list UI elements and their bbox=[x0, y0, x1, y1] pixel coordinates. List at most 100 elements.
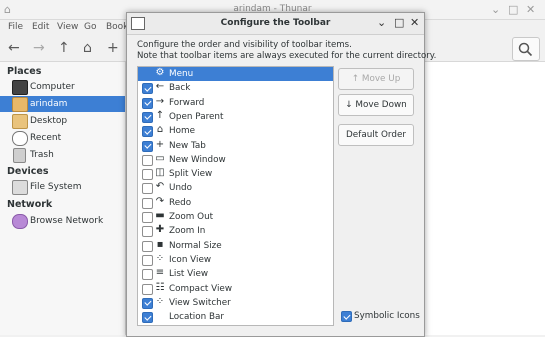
item-icon: ⁘ bbox=[155, 295, 165, 307]
item-label: New Tab bbox=[169, 140, 206, 151]
item-label: Forward bbox=[169, 97, 205, 108]
item-label: Open Parent bbox=[169, 111, 224, 122]
configure-toolbar-dialog: Configure the Toolbar ⌄ □ ✕ Configure th… bbox=[126, 12, 436, 337]
item-checkbox[interactable] bbox=[142, 269, 153, 281]
devices-heading: Devices bbox=[7, 166, 49, 177]
item-icon: ⚙ bbox=[155, 67, 165, 78]
item-label: New Window bbox=[169, 154, 226, 165]
menu-go[interactable]: Go bbox=[84, 22, 96, 32]
toolbar-item-row[interactable]: ↶ Undo bbox=[138, 181, 333, 195]
item-checkbox[interactable] bbox=[142, 140, 153, 152]
places-heading: Places bbox=[7, 66, 42, 77]
toolbar-item-row[interactable]: ⌂ Home bbox=[138, 124, 333, 138]
up-icon[interactable]: ↑ bbox=[58, 40, 70, 56]
toolbar-item-row[interactable]: + New Tab bbox=[138, 139, 333, 153]
item-checkbox[interactable] bbox=[142, 312, 153, 324]
back-icon[interactable]: ← bbox=[8, 40, 20, 56]
sidebar-item-arindam[interactable]: arindam bbox=[0, 96, 125, 112]
toolbar-item-row[interactable]: ✚ Zoom In bbox=[138, 224, 333, 238]
toolbar-item-row[interactable]: ↑ Open Parent bbox=[138, 110, 333, 124]
minimize-icon[interactable]: ⌄ bbox=[377, 16, 386, 29]
item-label: Location Bar bbox=[169, 312, 225, 323]
toolbar-item-row[interactable]: Location Bar bbox=[138, 310, 333, 324]
item-checkbox[interactable] bbox=[142, 111, 153, 123]
toolbar-item-row[interactable]: ⁘ Icon View bbox=[138, 253, 333, 267]
item-checkbox[interactable] bbox=[142, 297, 153, 309]
item-label: View Switcher bbox=[169, 297, 231, 308]
item-checkbox[interactable] bbox=[142, 154, 153, 166]
symbolic-icons-label: Symbolic Icons bbox=[354, 311, 420, 321]
toolbar-items-list[interactable]: ⚙ Menu ← Back → Forward ↑ Open Parent ⌂ Home + New … bbox=[137, 66, 334, 326]
sidebar-item-file-system[interactable]: File System bbox=[0, 179, 125, 195]
item-icon: ✚ bbox=[155, 224, 165, 236]
item-icon: ▭ bbox=[155, 152, 165, 164]
move-up-button[interactable]: ↑ Move Up bbox=[338, 68, 414, 90]
item-icon: ← bbox=[155, 81, 165, 93]
move-down-label: Move Down bbox=[355, 100, 407, 110]
item-icon: + bbox=[155, 138, 165, 150]
item-label: Compact View bbox=[169, 283, 233, 294]
item-checkbox[interactable] bbox=[142, 169, 153, 181]
item-label: Split View bbox=[169, 169, 213, 180]
item-checkbox[interactable] bbox=[142, 83, 153, 95]
item-icon: → bbox=[155, 95, 165, 107]
network-heading: Network bbox=[7, 199, 53, 210]
minimize-icon[interactable]: ⌄ bbox=[491, 3, 500, 16]
sidebar-item-browse-network[interactable]: Browse Network bbox=[0, 213, 125, 229]
toolbar-item-row[interactable]: ▭ New Window bbox=[138, 153, 333, 167]
sidebar-item-label: Recent bbox=[30, 133, 62, 143]
item-icon: ▬ bbox=[155, 210, 165, 221]
sidebar-item-desktop[interactable]: Desktop bbox=[0, 113, 125, 129]
menu-file[interactable]: File bbox=[8, 22, 23, 32]
item-checkbox[interactable] bbox=[142, 226, 153, 238]
item-checkbox[interactable] bbox=[142, 212, 153, 223]
toolbar-item-row[interactable]: ← Back bbox=[138, 81, 333, 95]
close-icon[interactable]: ✕ bbox=[410, 16, 419, 29]
item-checkbox[interactable] bbox=[142, 183, 153, 195]
new-tab-icon[interactable]: + bbox=[107, 40, 119, 56]
toolbar-item-row[interactable]: ▪ Normal Size bbox=[138, 239, 333, 253]
item-icon: ↑ bbox=[155, 109, 165, 121]
item-label: Back bbox=[169, 83, 191, 94]
toolbar-item-row[interactable]: ⁘ View Switcher bbox=[138, 296, 333, 310]
symbolic-icons-checkbox[interactable] bbox=[341, 311, 352, 322]
maximize-icon[interactable]: □ bbox=[508, 3, 518, 16]
toolbar-item-row[interactable]: ≡ List View bbox=[138, 267, 333, 281]
forward-icon[interactable]: → bbox=[33, 40, 45, 56]
sidebar-item-recent[interactable]: Recent bbox=[0, 130, 125, 146]
item-label: Menu bbox=[169, 69, 194, 79]
move-down-button[interactable]: ↓ Move Down bbox=[338, 94, 414, 116]
item-checkbox[interactable] bbox=[142, 283, 153, 295]
item-checkbox[interactable] bbox=[142, 197, 153, 209]
toolbar-item-row[interactable]: ☷ Compact View bbox=[138, 282, 333, 296]
toolbar-item-row[interactable]: → Forward bbox=[138, 96, 333, 110]
toolbar-item-row[interactable]: ↷ Redo bbox=[138, 196, 333, 210]
toolbar-item-row[interactable]: ⚙ Menu bbox=[138, 67, 333, 81]
sidebar-item-computer[interactable]: Computer bbox=[0, 79, 125, 95]
item-label: Icon View bbox=[169, 254, 212, 265]
network-icon bbox=[12, 214, 28, 229]
search-button[interactable] bbox=[512, 37, 540, 61]
menu-edit[interactable]: Edit bbox=[32, 22, 49, 32]
menu-view[interactable]: View bbox=[57, 22, 78, 32]
item-label: Zoom In bbox=[169, 226, 206, 237]
toolbar-item-row[interactable]: ▬ Zoom Out bbox=[138, 210, 333, 224]
item-label: Zoom Out bbox=[169, 212, 214, 222]
item-label: Undo bbox=[169, 183, 192, 194]
drive-icon bbox=[12, 180, 28, 195]
close-icon[interactable]: ✕ bbox=[526, 3, 535, 16]
sidebar-item-label: Trash bbox=[30, 150, 54, 160]
maximize-icon[interactable]: □ bbox=[394, 16, 404, 29]
home-folder-icon bbox=[12, 97, 28, 112]
home-icon[interactable]: ⌂ bbox=[83, 40, 92, 56]
item-checkbox[interactable] bbox=[142, 126, 153, 138]
toolbar-item-row[interactable]: ◫ Split View bbox=[138, 167, 333, 181]
item-icon: ⁘ bbox=[155, 252, 165, 264]
item-checkbox[interactable] bbox=[142, 97, 153, 109]
default-order-button[interactable]: Default Order bbox=[338, 124, 414, 146]
sidebar-item-trash[interactable]: Trash bbox=[0, 147, 125, 163]
item-checkbox[interactable] bbox=[142, 254, 153, 266]
item-checkbox[interactable] bbox=[142, 240, 153, 252]
item-icon: ≡ bbox=[155, 267, 165, 279]
item-icon: ↶ bbox=[155, 181, 165, 193]
